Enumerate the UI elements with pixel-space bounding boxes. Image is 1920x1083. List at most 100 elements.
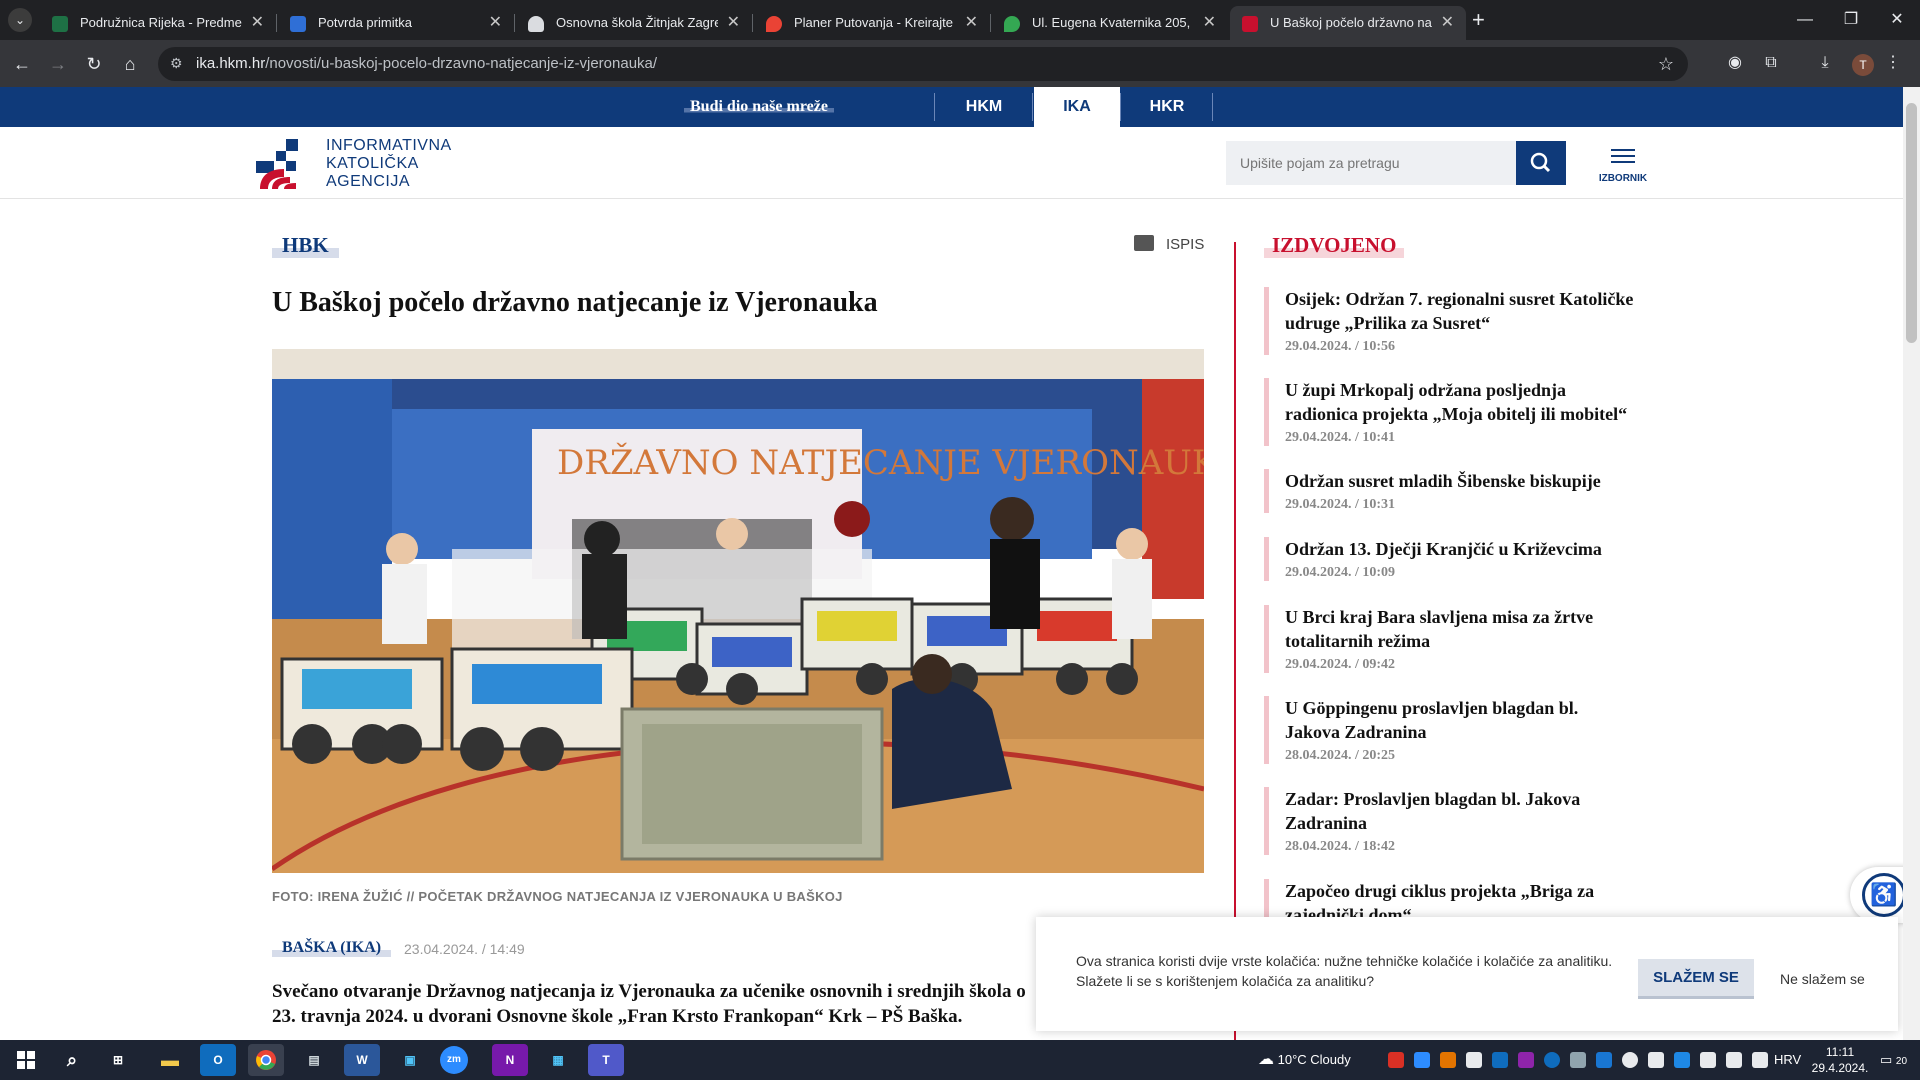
- browser-tab[interactable]: Potvrda primitka ✕: [278, 6, 514, 40]
- sidebar-news-item[interactable]: U Brci kraj Bara slavljena misa za žrtve…: [1264, 605, 1634, 673]
- minimize-icon[interactable]: —: [1782, 0, 1828, 40]
- calendar-icon[interactable]: ▦: [540, 1044, 576, 1076]
- kebab-menu-icon[interactable]: ⋮: [1880, 50, 1906, 76]
- language-indicator[interactable]: HRV: [1774, 1040, 1801, 1080]
- tray-app-icon[interactable]: [1518, 1052, 1534, 1068]
- menu-button[interactable]: IZBORNIK: [1592, 145, 1654, 189]
- profile-avatar[interactable]: T: [1852, 54, 1874, 76]
- network-link-hkr[interactable]: HKR: [1122, 87, 1212, 127]
- weather-widget[interactable]: ☁ 10°C Cloudy: [1258, 1040, 1351, 1080]
- search-input[interactable]: [1226, 141, 1516, 185]
- tray-app-icon[interactable]: [1622, 1052, 1638, 1068]
- tray-app-icon[interactable]: [1570, 1052, 1586, 1068]
- notepad-icon[interactable]: ▤: [296, 1044, 332, 1076]
- restore-icon[interactable]: ❐: [1828, 0, 1874, 40]
- back-icon[interactable]: ←: [8, 50, 36, 78]
- onenote-icon[interactable]: N: [492, 1044, 528, 1076]
- sidebar-news-item[interactable]: U župi Mrkopalj održana posljednja radio…: [1264, 378, 1634, 446]
- close-icon[interactable]: ✕: [965, 6, 978, 40]
- news-date: 29.04.2024. / 10:41: [1285, 430, 1396, 445]
- address-bar[interactable]: ⚙ ika.hkm.hr/novosti/u-baskoj-pocelo-drz…: [158, 47, 1688, 81]
- forward-icon[interactable]: →: [44, 50, 72, 78]
- ika-logo-icon[interactable]: [256, 139, 312, 189]
- browser-tab[interactable]: Planer Putovanja - Kreirajte Plan ✕: [754, 6, 990, 40]
- sidebar-news-item[interactable]: Održan susret mladih Šibenske biskupije …: [1264, 469, 1634, 513]
- close-icon[interactable]: ✕: [489, 6, 502, 40]
- outlook-icon[interactable]: O: [200, 1044, 236, 1076]
- logo-text[interactable]: INFORMATIVNA KATOLIČKA AGENCIJA: [326, 137, 452, 191]
- tray-app-icon[interactable]: [1700, 1052, 1716, 1068]
- sidebar-news-item[interactable]: U Göppingenu proslavljen blagdan bl. Jak…: [1264, 696, 1634, 764]
- news-title[interactable]: Održan susret mladih Šibenske biskupije: [1285, 469, 1634, 493]
- onedrive-icon[interactable]: [1544, 1052, 1560, 1068]
- zoom-icon[interactable]: zm: [440, 1046, 468, 1074]
- tab-search-button[interactable]: ⌄: [8, 8, 32, 32]
- news-title[interactable]: Zadar: Proslavljen blagdan bl. Jakova Za…: [1285, 787, 1634, 835]
- window-close-icon[interactable]: ✕: [1874, 0, 1920, 40]
- mail-icon: [290, 16, 306, 32]
- browser-tab-strip: ⌄ Podružnica Rijeka - Predmeti 20 ✕ Potv…: [0, 0, 1920, 40]
- tab-title: U Baškoj počelo državno natjec: [1270, 15, 1432, 30]
- close-icon[interactable]: ✕: [727, 6, 740, 40]
- article-byline[interactable]: BAŠKA (IKA): [272, 939, 392, 957]
- chrome-icon[interactable]: [248, 1044, 284, 1076]
- sidebar-news-item[interactable]: Zadar: Proslavljen blagdan bl. Jakova Za…: [1264, 787, 1634, 855]
- print-button[interactable]: ISPIS: [1134, 233, 1204, 257]
- news-date: 28.04.2024. / 18:42: [1285, 839, 1396, 854]
- close-icon[interactable]: ✕: [251, 6, 264, 40]
- bookmark-star-icon[interactable]: ☆: [1658, 47, 1674, 81]
- notification-center[interactable]: ▭ 20: [1880, 1040, 1907, 1080]
- cookie-agree-button[interactable]: SLAŽEM SE: [1638, 959, 1754, 999]
- notification-count: 20: [1895, 1056, 1908, 1067]
- tray-app-icon[interactable]: [1466, 1052, 1482, 1068]
- bluetooth-icon[interactable]: [1674, 1052, 1690, 1068]
- tray-app-icon[interactable]: [1388, 1052, 1404, 1068]
- network-link-ika[interactable]: IKA: [1034, 87, 1120, 127]
- article-title: U Baškoj počelo državno natjecanje iz Vj…: [272, 287, 878, 318]
- news-title[interactable]: Osijek: Održan 7. regionalni susret Kato…: [1285, 287, 1634, 335]
- teams-icon[interactable]: T: [588, 1044, 624, 1076]
- browser-tab-active[interactable]: U Baškoj počelo državno natjec ✕: [1230, 6, 1466, 40]
- sidebar-news-item[interactable]: Osijek: Održan 7. regionalni susret Kato…: [1264, 287, 1634, 355]
- scrollbar-thumb[interactable]: [1906, 103, 1917, 343]
- tray-app-icon[interactable]: [1414, 1052, 1430, 1068]
- close-icon[interactable]: ✕: [1441, 6, 1454, 40]
- volume-icon[interactable]: [1752, 1052, 1768, 1068]
- news-title[interactable]: U Brci kraj Bara slavljena misa za žrtve…: [1285, 605, 1634, 653]
- network-icon[interactable]: [1726, 1052, 1742, 1068]
- tray-app-icon[interactable]: [1648, 1052, 1664, 1068]
- download-icon[interactable]: ⤓: [1812, 50, 1838, 76]
- windows-start-icon[interactable]: [8, 1044, 44, 1076]
- section-tag[interactable]: HBK: [272, 233, 339, 258]
- url-text[interactable]: ika.hkm.hr/novosti/u-baskoj-pocelo-drzav…: [196, 47, 657, 81]
- browser-tab[interactable]: Podružnica Rijeka - Predmeti 20 ✕: [40, 6, 276, 40]
- search-icon[interactable]: ⌕: [54, 1044, 90, 1076]
- home-icon[interactable]: ⌂: [116, 50, 144, 78]
- close-icon[interactable]: ✕: [1203, 6, 1216, 40]
- reload-icon[interactable]: ↻: [80, 50, 108, 78]
- tray-app-icon[interactable]: [1492, 1052, 1508, 1068]
- news-title[interactable]: U župi Mrkopalj održana posljednja radio…: [1285, 378, 1634, 426]
- new-tab-button[interactable]: +: [1472, 6, 1485, 34]
- accessibility-button[interactable]: ♿: [1850, 867, 1903, 923]
- security-icon[interactable]: [1596, 1052, 1612, 1068]
- tray-app-icon[interactable]: [1440, 1052, 1456, 1068]
- task-view-icon[interactable]: ⊞: [100, 1044, 136, 1076]
- extension-icon[interactable]: ◉: [1722, 50, 1748, 76]
- sidebar-news-item[interactable]: Održan 13. Dječji Kranjčić u Križevcima …: [1264, 537, 1634, 581]
- cookie-decline-link[interactable]: Ne slažem se: [1780, 959, 1865, 999]
- weather-text: 10°C Cloudy: [1277, 1052, 1351, 1067]
- word-icon[interactable]: W: [344, 1044, 380, 1076]
- puzzle-icon[interactable]: ⧉: [1758, 50, 1784, 76]
- search-button[interactable]: [1516, 141, 1566, 185]
- news-title[interactable]: U Göppingenu proslavljen blagdan bl. Jak…: [1285, 696, 1634, 744]
- taskbar-clock[interactable]: 11:11 29.4.2024.: [1806, 1044, 1874, 1076]
- network-link-hkm[interactable]: HKM: [936, 87, 1032, 127]
- news-title[interactable]: Održan 13. Dječji Kranjčić u Križevcima: [1285, 537, 1634, 561]
- hamburger-icon: [1611, 149, 1635, 151]
- browser-tab[interactable]: Ul. Eugena Kvaternika 205, 3400 ✕: [992, 6, 1228, 40]
- app-icon[interactable]: ▣: [392, 1044, 428, 1076]
- site-info-icon[interactable]: ⚙: [170, 55, 183, 72]
- file-explorer-icon[interactable]: ▬: [152, 1044, 188, 1076]
- browser-tab[interactable]: Osnovna škola Žitnjak Zagreb - ✕: [516, 6, 752, 40]
